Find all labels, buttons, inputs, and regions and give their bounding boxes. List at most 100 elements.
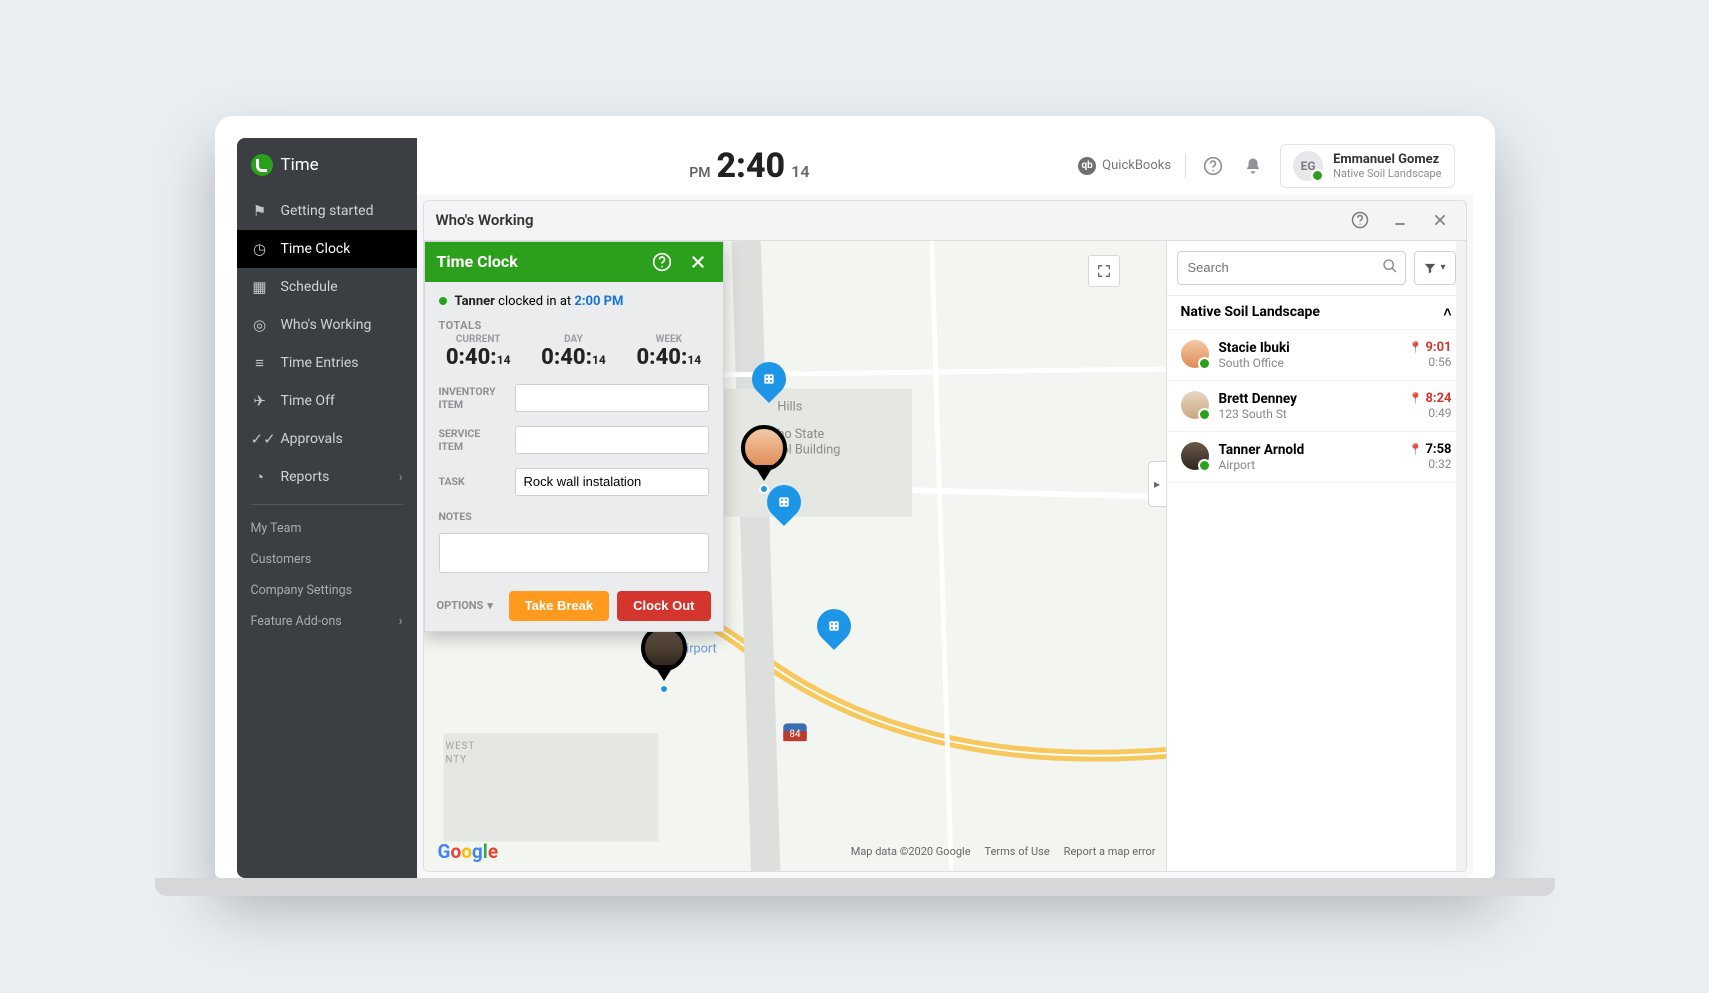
card-body: Tanner clocked in at 2:00 PM TOTALS CURR… xyxy=(425,282,723,581)
avatar: EG xyxy=(1293,151,1323,181)
employee-location: 123 South St xyxy=(1219,407,1399,421)
help-icon[interactable] xyxy=(1200,153,1226,179)
location-pin[interactable] xyxy=(817,609,851,643)
quickbooks-icon: qb xyxy=(1078,157,1096,175)
nav-time-entries[interactable]: ≡ Time Entries xyxy=(237,344,417,382)
nav-label: Time Entries xyxy=(281,355,359,371)
clock-out-button[interactable]: Clock Out xyxy=(617,591,710,621)
chevron-down-icon: ▾ xyxy=(487,599,493,612)
bell-icon[interactable] xyxy=(1240,153,1266,179)
avatar xyxy=(1181,340,1209,368)
minimize-icon[interactable] xyxy=(1386,206,1414,234)
card-help-icon[interactable] xyxy=(649,249,675,275)
sub-feature-addons[interactable]: Feature Add-ons › xyxy=(237,606,417,637)
task-label: TASK xyxy=(439,475,505,488)
service-label: SERVICE ITEM xyxy=(439,427,505,453)
divider xyxy=(1185,154,1186,178)
avatar xyxy=(1181,391,1209,419)
collapse-toggle[interactable]: ▸ xyxy=(1148,461,1166,507)
sidebar: Time ⚑ Getting started ◷ Time Clock ▦ Sc… xyxy=(237,138,417,878)
sub-label: My Team xyxy=(251,521,302,536)
employee-time-in: 8:24 xyxy=(1425,391,1451,406)
employee-name: Brett Denney xyxy=(1219,391,1399,407)
sub-my-team[interactable]: My Team xyxy=(237,513,417,544)
user-text: Emmanuel Gomez Native Soil Landscape xyxy=(1333,152,1441,180)
location-icon: ◎ xyxy=(251,316,269,334)
employee-time-in: 9:01 xyxy=(1425,340,1451,355)
list-icon: ≡ xyxy=(251,354,269,372)
plane-icon: ✈ xyxy=(251,392,269,410)
employee-duration: 0:32 xyxy=(1409,457,1452,471)
nav-getting-started[interactable]: ⚑ Getting started xyxy=(237,192,417,230)
map-report[interactable]: Report a map error xyxy=(1064,845,1156,858)
clock-hm: 2:40 xyxy=(716,146,785,186)
employee-row[interactable]: Stacie Ibuki South Office 📍9:01 0:56 xyxy=(1167,330,1466,381)
nav-label: Time Clock xyxy=(281,241,351,257)
location-pin[interactable] xyxy=(767,485,801,519)
nav-label: Who's Working xyxy=(281,317,372,333)
employee-info: Brett Denney 123 South St xyxy=(1219,391,1399,421)
total-label: DAY xyxy=(534,334,613,345)
employee-times: 📍7:58 0:32 xyxy=(1409,442,1452,471)
search-row: ▾ xyxy=(1167,241,1466,295)
scrollbar[interactable] xyxy=(1456,241,1466,871)
employee-map-pin[interactable] xyxy=(741,425,787,471)
employee-name: Tanner Arnold xyxy=(1219,442,1399,458)
employee-location: South Office xyxy=(1219,356,1399,370)
group-header[interactable]: Native Soil Landscape ˄ xyxy=(1167,295,1466,330)
totals: CURRENT 0:40:14 DAY 0:40:14 WEEK xyxy=(439,334,709,370)
quickbooks-link[interactable]: qb QuickBooks xyxy=(1078,157,1171,175)
filter-button[interactable]: ▾ xyxy=(1414,251,1456,285)
map-footer: Google Map data ©2020 Google Terms of Us… xyxy=(438,840,1156,863)
location-pin[interactable] xyxy=(752,362,786,396)
nav-schedule[interactable]: ▦ Schedule xyxy=(237,268,417,306)
task-input[interactable] xyxy=(515,468,709,496)
total-day: DAY 0:40:14 xyxy=(534,334,613,370)
panel-help-icon[interactable] xyxy=(1346,206,1374,234)
employee-times: 📍8:24 0:49 xyxy=(1409,391,1452,420)
service-input[interactable] xyxy=(515,426,709,454)
header-clock: PM 2:40 14 xyxy=(435,146,1065,186)
avatar xyxy=(1181,442,1209,470)
inventory-input[interactable] xyxy=(515,384,709,412)
brand-name: Time xyxy=(281,155,319,175)
fullscreen-icon[interactable] xyxy=(1088,255,1120,287)
close-icon[interactable] xyxy=(1426,206,1454,234)
clock-sec: 14 xyxy=(791,162,809,181)
time-clock-card: Time Clock xyxy=(424,241,724,632)
svg-text:NTY: NTY xyxy=(445,754,467,765)
map-terms[interactable]: Terms of Use xyxy=(985,845,1050,858)
take-break-button[interactable]: Take Break xyxy=(509,591,609,621)
total-label: WEEK xyxy=(629,334,708,345)
options-menu[interactable]: OPTIONS▾ xyxy=(437,599,493,612)
nav-whos-working[interactable]: ◎ Who's Working xyxy=(237,306,417,344)
card-title: Time Clock xyxy=(437,252,639,271)
pin-icon: 📍 xyxy=(1409,443,1423,456)
notes-row: NOTES xyxy=(439,510,709,573)
panel-header: Who's Working xyxy=(424,201,1466,241)
sub-company-settings[interactable]: Company Settings xyxy=(237,575,417,606)
nav-reports[interactable]: ◔ Reports › xyxy=(237,458,417,496)
nav-approvals[interactable]: ✓✓ Approvals xyxy=(237,420,417,458)
employee-row[interactable]: Tanner Arnold Airport 📍7:58 0:32 xyxy=(1167,432,1466,483)
notes-label: NOTES xyxy=(439,510,539,523)
map[interactable]: Hills ho State tol Building Airport WEST… xyxy=(424,241,1166,871)
search-icon[interactable] xyxy=(1382,258,1398,278)
user-menu[interactable]: EG Emmanuel Gomez Native Soil Landscape xyxy=(1280,144,1454,188)
status-time-link[interactable]: 2:00 PM xyxy=(574,294,623,309)
search-input[interactable] xyxy=(1177,251,1406,285)
employee-info: Stacie Ibuki South Office xyxy=(1219,340,1399,370)
employee-times: 📍9:01 0:56 xyxy=(1409,340,1452,369)
nav-time-off[interactable]: ✈ Time Off xyxy=(237,382,417,420)
gps-dot xyxy=(659,684,669,694)
employee-row[interactable]: Brett Denney 123 South St 📍8:24 0:49 xyxy=(1167,381,1466,432)
card-close-icon[interactable] xyxy=(685,249,711,275)
google-logo: Google xyxy=(438,840,499,863)
notes-input[interactable] xyxy=(439,533,709,573)
card-footer: OPTIONS▾ Take Break Clock Out xyxy=(425,581,723,631)
sub-label: Feature Add-ons xyxy=(251,614,342,629)
nav-time-clock[interactable]: ◷ Time Clock xyxy=(237,230,417,268)
sub-customers[interactable]: Customers xyxy=(237,544,417,575)
brand-icon xyxy=(251,154,273,176)
chevron-right-icon: › xyxy=(399,614,403,629)
